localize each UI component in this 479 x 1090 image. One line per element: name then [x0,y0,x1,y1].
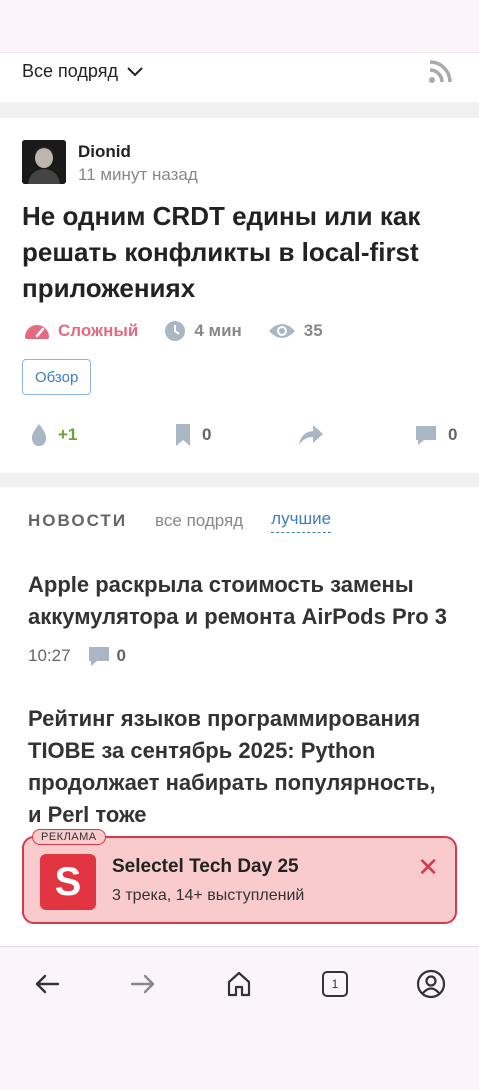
comments-count: 0 [448,425,458,444]
account-button[interactable] [416,969,446,999]
tab-best[interactable]: лучшие [271,509,332,533]
article-tag[interactable]: Обзор [22,359,92,395]
home-button[interactable] [224,969,254,999]
news-item-time: 10:27 [28,646,71,665]
comment-icon [88,647,109,666]
arrow-left-icon [35,974,60,994]
ad-label: РЕКЛАМА [32,829,106,845]
eye-icon [268,324,295,338]
ad-title[interactable]: Selectel Tech Day 25 [112,856,299,878]
account-icon [416,969,446,999]
browser-bottom-nav: 1 [0,946,479,1090]
separator [0,102,479,118]
close-icon[interactable]: ✕ [417,854,439,880]
comments-button[interactable]: 0 [414,418,457,452]
feed-filter-label: Все подряд [22,61,118,81]
article-meta: Сложный 4 мин 35 [24,318,349,344]
reading-time: 4 мин [164,320,242,342]
feed-filter-dropdown[interactable]: Все подряд [22,61,144,82]
vote-button[interactable]: +1 [30,418,77,452]
views: 35 [268,321,323,341]
comment-icon [416,426,436,445]
article-actions: +1 0 0 [0,418,479,452]
separator [0,473,479,487]
avatar-image [22,140,66,184]
vote-icon [31,424,47,446]
article-card: Dionid 11 минут назад Не одним CRDT един… [0,118,479,473]
tabs-button[interactable]: 1 [320,969,350,999]
tabs-count: 1 [322,971,348,997]
views-count: 35 [303,321,323,340]
difficulty-label: Сложный [58,321,139,340]
reading-time-value: 4 мин [194,321,242,340]
tab-all[interactable]: все подряд [155,511,243,531]
post-time: 11 минут назад [78,165,198,184]
share-icon [299,425,323,445]
bookmark-count: 0 [202,425,212,444]
news-item-comments[interactable]: 0 [87,645,126,667]
difficulty: Сложный [24,321,138,341]
news-header: НОВОСТИ [28,511,128,530]
news-item-title[interactable]: Apple раскрыла стоимость замены аккумуля… [28,569,453,633]
ad-banner[interactable]: РЕКЛАМА S Selectel Tech Day 25 3 трека, … [22,829,457,924]
article-title[interactable]: Не одним CRDT едины или как решать конфл… [22,198,452,306]
news-item-meta: 10:27 0 [28,645,126,667]
ad-subtitle: 3 трека, 14+ выступлений [112,887,305,904]
news-item-comments-count: 0 [116,646,127,665]
vote-count: +1 [58,425,78,444]
difficulty-icon [25,325,49,339]
back-button[interactable] [32,969,62,999]
news-tabs: НОВОСТИ все подряд лучшие [28,509,332,533]
ad-logo: S [40,854,96,910]
share-button[interactable] [298,418,324,452]
chevron-down-icon [127,66,143,76]
author-name[interactable]: Dionid [78,142,131,162]
top-spacer [0,0,479,52]
rss-icon[interactable] [427,59,453,85]
arrow-right-icon [130,974,155,994]
news-item-title[interactable]: Рейтинг языков программирования TIOBE за… [28,703,453,831]
forward-button[interactable] [128,969,158,999]
avatar[interactable] [22,140,66,184]
clock-icon [165,321,186,341]
bookmark-button[interactable]: 0 [174,418,211,452]
bookmark-icon [176,424,190,446]
home-icon [227,971,251,997]
feed-filter-bar: Все подряд [0,52,479,102]
